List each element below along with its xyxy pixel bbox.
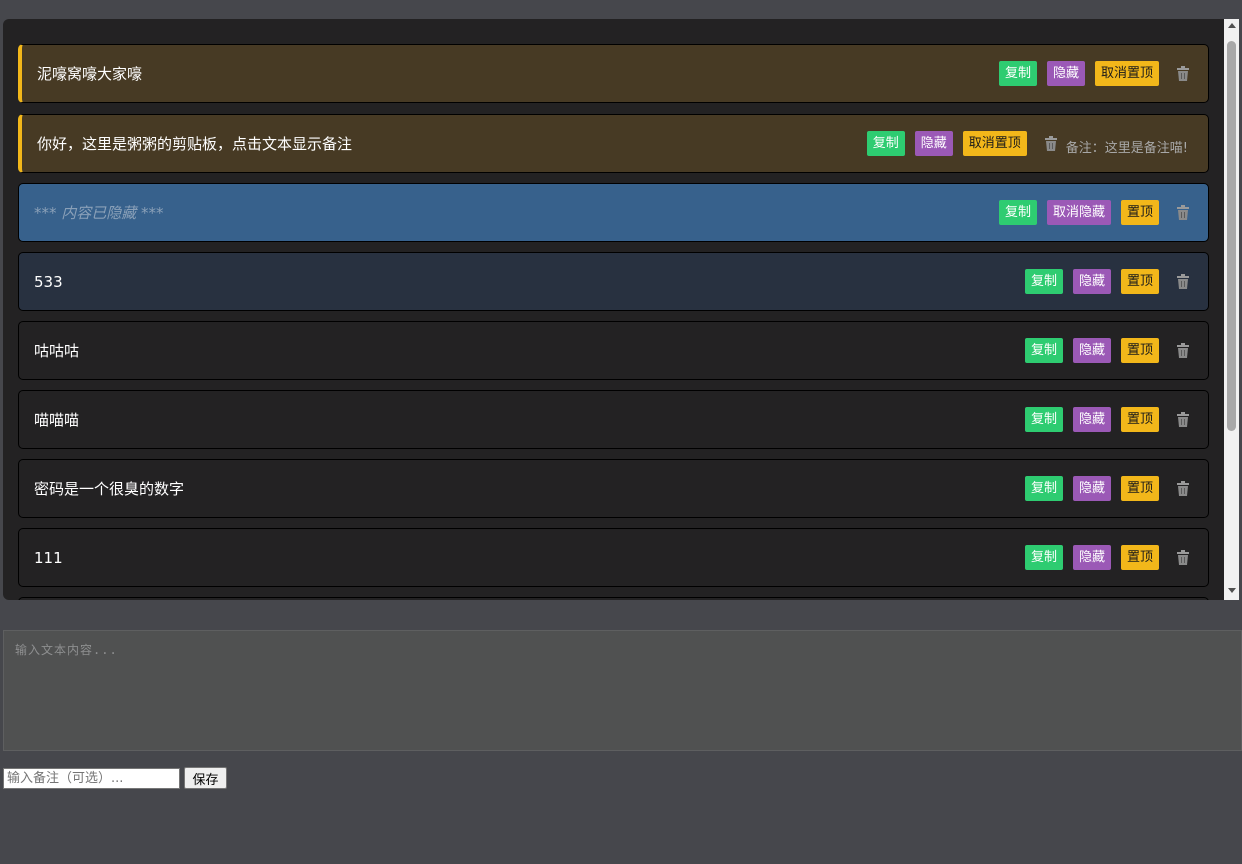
trash-icon[interactable] <box>1176 411 1190 428</box>
clip-item-text[interactable]: 咕咕咕 <box>34 322 79 379</box>
clipboard-list: 泥嚎窝嚎大家嚎 复制 隐藏 取消置顶 你好，这里是粥粥的剪贴板，点击文本显示备注… <box>3 19 1224 600</box>
copy-button[interactable]: 复制 <box>1024 338 1063 363</box>
clip-item-text[interactable]: 密码是一个很臭的数字 <box>34 460 184 517</box>
clip-item-text[interactable]: 111 <box>34 529 63 586</box>
clip-item-actions: 复制 隐藏 取消置顶 备注：这里是备注喵! <box>857 115 1188 172</box>
clip-item-pinned[interactable]: 你好，这里是粥粥的剪贴板，点击文本显示备注 复制 隐藏 取消置顶 备注：这里是备… <box>18 114 1209 173</box>
hide-button[interactable]: 隐藏 <box>1072 338 1111 363</box>
pin-button[interactable]: 置顶 <box>1120 269 1159 294</box>
scroll-down-arrow-icon[interactable] <box>1228 588 1236 593</box>
hide-button[interactable]: 隐藏 <box>1072 269 1111 294</box>
clip-item[interactable]: 111 复制 隐藏 置顶 <box>18 528 1209 587</box>
save-button[interactable]: 保存 <box>184 767 227 789</box>
copy-button[interactable]: 复制 <box>1024 476 1063 501</box>
scroll-up-arrow-icon[interactable] <box>1228 23 1236 28</box>
hide-button[interactable]: 隐藏 <box>914 131 953 156</box>
clip-item-hidden[interactable]: *** 内容已隐藏 *** 复制 取消隐藏 置顶 <box>18 183 1209 242</box>
clip-item-note: 备注：这里是备注喵! <box>1065 141 1188 156</box>
clip-item-text[interactable]: *** 内容已隐藏 *** <box>34 184 164 241</box>
trash-icon[interactable] <box>1176 480 1190 497</box>
copy-button[interactable]: 复制 <box>1024 407 1063 432</box>
clip-item[interactable]: 533 复制 隐藏 置顶 <box>18 252 1209 311</box>
clip-item-text[interactable]: 喵喵喵 <box>34 391 79 448</box>
clip-item-text[interactable]: 泥嚎窝嚎大家嚎 <box>37 45 142 102</box>
hide-button[interactable]: 隐藏 <box>1072 407 1111 432</box>
clipboard-list-panel: 泥嚎窝嚎大家嚎 复制 隐藏 取消置顶 你好，这里是粥粥的剪贴板，点击文本显示备注… <box>3 19 1239 600</box>
clip-item-pinned[interactable]: 泥嚎窝嚎大家嚎 复制 隐藏 取消置顶 <box>18 44 1209 103</box>
clip-item-actions: 复制 隐藏 置顶 <box>1015 253 1190 310</box>
pin-button[interactable]: 置顶 <box>1120 545 1159 570</box>
clip-item-text[interactable]: 533 <box>34 253 63 310</box>
clip-item-actions: 复制 隐藏 置顶 <box>1015 322 1190 379</box>
note-input[interactable] <box>3 768 180 789</box>
clip-item-text[interactable]: 你好，这里是粥粥的剪贴板，点击文本显示备注 <box>37 115 352 172</box>
copy-button[interactable]: 复制 <box>866 131 905 156</box>
clip-item-actions: 复制 隐藏 置顶 <box>1015 460 1190 517</box>
trash-icon[interactable] <box>1176 273 1190 290</box>
unpin-button[interactable]: 取消置顶 <box>962 131 1027 156</box>
unpin-button[interactable]: 取消置顶 <box>1094 61 1159 86</box>
list-scrollbar[interactable] <box>1224 19 1239 600</box>
clip-item[interactable]: 喵喵喵 复制 隐藏 置顶 <box>18 390 1209 449</box>
clip-item-actions: 复制 取消隐藏 置顶 <box>989 184 1190 241</box>
text-content-input[interactable] <box>3 630 1242 751</box>
hide-button[interactable]: 隐藏 <box>1072 545 1111 570</box>
copy-button[interactable]: 复制 <box>998 200 1037 225</box>
copy-button[interactable]: 复制 <box>1024 545 1063 570</box>
clip-item-partial[interactable] <box>18 597 1209 600</box>
pin-button[interactable]: 置顶 <box>1120 476 1159 501</box>
clip-item-actions: 复制 隐藏 置顶 <box>1015 391 1190 448</box>
clip-item-actions: 复制 隐藏 取消置顶 <box>989 45 1190 102</box>
unhide-button[interactable]: 取消隐藏 <box>1046 200 1111 225</box>
trash-icon[interactable] <box>1176 65 1190 82</box>
copy-button[interactable]: 复制 <box>1024 269 1063 294</box>
clip-item-actions: 复制 隐藏 置顶 <box>1015 529 1190 586</box>
hide-button[interactable]: 隐藏 <box>1046 61 1085 86</box>
copy-button[interactable]: 复制 <box>998 61 1037 86</box>
trash-icon[interactable] <box>1044 135 1058 152</box>
trash-icon[interactable] <box>1176 342 1190 359</box>
pin-button[interactable]: 置顶 <box>1120 407 1159 432</box>
pin-button[interactable]: 置顶 <box>1120 338 1159 363</box>
clip-item[interactable]: 密码是一个很臭的数字 复制 隐藏 置顶 <box>18 459 1209 518</box>
hide-button[interactable]: 隐藏 <box>1072 476 1111 501</box>
pin-button[interactable]: 置顶 <box>1120 200 1159 225</box>
scroll-thumb[interactable] <box>1227 41 1236 431</box>
clip-item[interactable]: 咕咕咕 复制 隐藏 置顶 <box>18 321 1209 380</box>
trash-icon[interactable] <box>1176 204 1190 221</box>
trash-icon[interactable] <box>1176 549 1190 566</box>
